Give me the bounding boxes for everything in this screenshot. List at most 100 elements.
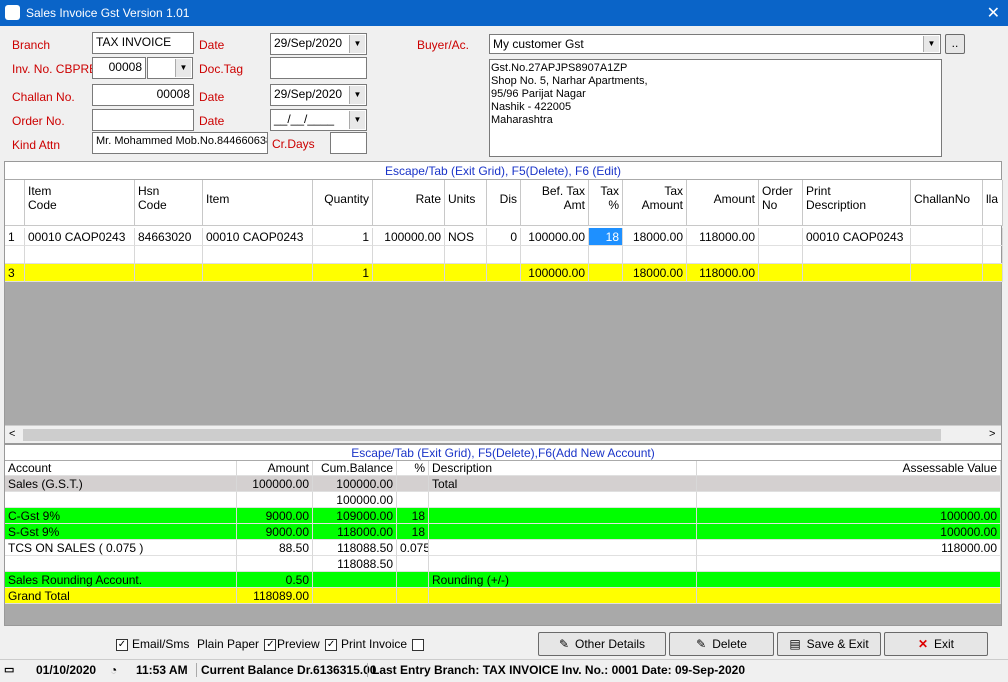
order-field[interactable]	[92, 109, 194, 131]
account-cell[interactable]: Sales Rounding Account.	[5, 572, 237, 588]
account-cell[interactable]: 118000.00	[697, 540, 1001, 556]
items-column-header[interactable]: Hsn Code	[135, 180, 203, 226]
checkbox-checked-icon[interactable]: ✓	[325, 638, 338, 651]
account-cell[interactable]: 18	[397, 524, 429, 540]
invno-series-select[interactable]: ▼	[147, 57, 193, 79]
scrollbar-thumb[interactable]	[23, 429, 941, 441]
account-cell[interactable]	[397, 556, 429, 572]
grid-cell[interactable]	[135, 264, 203, 282]
empty-cell[interactable]	[759, 246, 803, 264]
empty-cell[interactable]	[983, 246, 1003, 264]
account-cell[interactable]: 100000.00	[697, 508, 1001, 524]
horizontal-scrollbar[interactable]: < >	[5, 425, 1001, 443]
account-cell[interactable]	[429, 492, 697, 508]
account-cell[interactable]	[697, 572, 1001, 588]
items-grid-body[interactable]: Item Code Hsn Code Item Quantity Rate Units Di…	[5, 180, 1003, 282]
empty-cell[interactable]	[445, 246, 487, 264]
chevron-down-icon[interactable]: ▼	[349, 35, 365, 53]
account-cell[interactable]: Total	[429, 476, 697, 492]
chevron-down-icon[interactable]: ▼	[175, 59, 191, 77]
items-column-header[interactable]: Bef. Tax Amt	[521, 180, 589, 226]
scroll-left-icon[interactable]: <	[9, 428, 15, 440]
empty-cell[interactable]	[521, 246, 589, 264]
invno-field[interactable]: 00008	[92, 57, 146, 79]
doctag-field[interactable]	[270, 57, 367, 79]
other-details-button[interactable]: ✎ Other Details	[538, 632, 666, 656]
grid-cell[interactable]: 100000.00	[521, 228, 589, 246]
account-cell[interactable]: C-Gst 9%	[5, 508, 237, 524]
grid-cell[interactable]	[445, 264, 487, 282]
empty-cell[interactable]	[623, 246, 687, 264]
account-cell[interactable]: 118088.50	[313, 556, 397, 572]
account-cell[interactable]: 9000.00	[237, 524, 313, 540]
account-cell[interactable]	[697, 492, 1001, 508]
empty-cell[interactable]	[135, 246, 203, 264]
account-grid[interactable]: Escape/Tab (Exit Grid), F5(Delete),F6(Ad…	[4, 444, 1002, 626]
checkbox-checked-icon[interactable]: ✓	[264, 638, 277, 651]
empty-cell[interactable]	[487, 246, 521, 264]
grid-cell[interactable]: 1	[313, 228, 373, 246]
items-grid[interactable]: Escape/Tab (Exit Grid), F5(Delete), F6 (…	[4, 161, 1003, 444]
account-cell[interactable]: 118000.00	[313, 524, 397, 540]
account-cell[interactable]: Grand Total	[5, 588, 237, 604]
empty-cell[interactable]	[203, 246, 313, 264]
empty-cell[interactable]	[5, 246, 25, 264]
account-column-header[interactable]: Description	[429, 461, 697, 476]
account-cell[interactable]	[237, 556, 313, 572]
grid-cell[interactable]: NOS	[445, 228, 487, 246]
account-cell[interactable]: 118089.00	[237, 588, 313, 604]
invoice-date-picker[interactable]: 29/Sep/2020 ▼	[270, 33, 367, 55]
account-cell[interactable]: TCS ON SALES ( 0.075 )	[5, 540, 237, 556]
grid-cell[interactable]	[911, 264, 983, 282]
account-cell[interactable]	[397, 476, 429, 492]
grid-cell[interactable]: 18000.00	[623, 264, 687, 282]
items-column-header[interactable]: Dis	[487, 180, 521, 226]
account-cell[interactable]	[429, 588, 697, 604]
items-column-header[interactable]: Tax Amount	[623, 180, 687, 226]
account-cell[interactable]	[5, 556, 237, 572]
challan-date-picker[interactable]: 29/Sep/2020 ▼	[270, 84, 367, 106]
empty-cell[interactable]	[373, 246, 445, 264]
account-cell[interactable]: 0.075	[397, 540, 429, 556]
grid-cell[interactable]: 00010 CAOP0243	[203, 228, 313, 246]
scroll-right-icon[interactable]: >	[989, 428, 995, 440]
account-column-header[interactable]: Assessable Value	[697, 461, 1001, 476]
grid-cell[interactable]	[589, 264, 623, 282]
empty-cell[interactable]	[687, 246, 759, 264]
grid-cell[interactable]	[759, 228, 803, 246]
empty-cell[interactable]	[803, 246, 911, 264]
email-sms-option[interactable]: ✓ Email/Sms	[116, 637, 189, 651]
selected-cell[interactable]: 18	[589, 228, 623, 246]
grid-cell[interactable]	[203, 264, 313, 282]
print-invoice-option[interactable]: Print Invoice	[341, 637, 428, 651]
challan-field[interactable]: 00008	[92, 84, 194, 106]
account-cell[interactable]: 88.50	[237, 540, 313, 556]
preview-option[interactable]: Preview ✓	[277, 637, 341, 651]
buyer-browse-button[interactable]: ..	[945, 34, 965, 54]
grid-cell[interactable]: 100000.00	[373, 228, 445, 246]
save-exit-button[interactable]: ▤ Save & Exit	[777, 632, 881, 656]
account-cell[interactable]	[5, 492, 237, 508]
account-cell[interactable]	[697, 476, 1001, 492]
account-cell[interactable]: Rounding (+/-)	[429, 572, 697, 588]
items-column-header[interactable]: ChallanNo	[911, 180, 983, 226]
items-column-header[interactable]: Tax %	[589, 180, 623, 226]
chevron-down-icon[interactable]: ▼	[349, 86, 365, 104]
items-column-header[interactable]: Rate	[373, 180, 445, 226]
account-cell[interactable]	[237, 492, 313, 508]
account-column-header[interactable]: %	[397, 461, 429, 476]
empty-cell[interactable]	[25, 246, 135, 264]
account-cell[interactable]: 9000.00	[237, 508, 313, 524]
account-cell[interactable]: 100000.00	[237, 476, 313, 492]
items-column-header[interactable]: Units	[445, 180, 487, 226]
grid-cell[interactable]: 1	[313, 264, 373, 282]
branch-field[interactable]: TAX INVOICE	[92, 32, 194, 54]
exit-button[interactable]: ✕ Exit	[884, 632, 988, 656]
grid-cell[interactable]: 00010 CAOP0243	[25, 228, 135, 246]
items-column-header[interactable]: Quantity	[313, 180, 373, 226]
account-cell[interactable]	[697, 556, 1001, 572]
items-column-header[interactable]: Item	[203, 180, 313, 226]
account-cell[interactable]: 100000.00	[313, 492, 397, 508]
grid-cell[interactable]: 0	[487, 228, 521, 246]
account-cell[interactable]	[429, 556, 697, 572]
